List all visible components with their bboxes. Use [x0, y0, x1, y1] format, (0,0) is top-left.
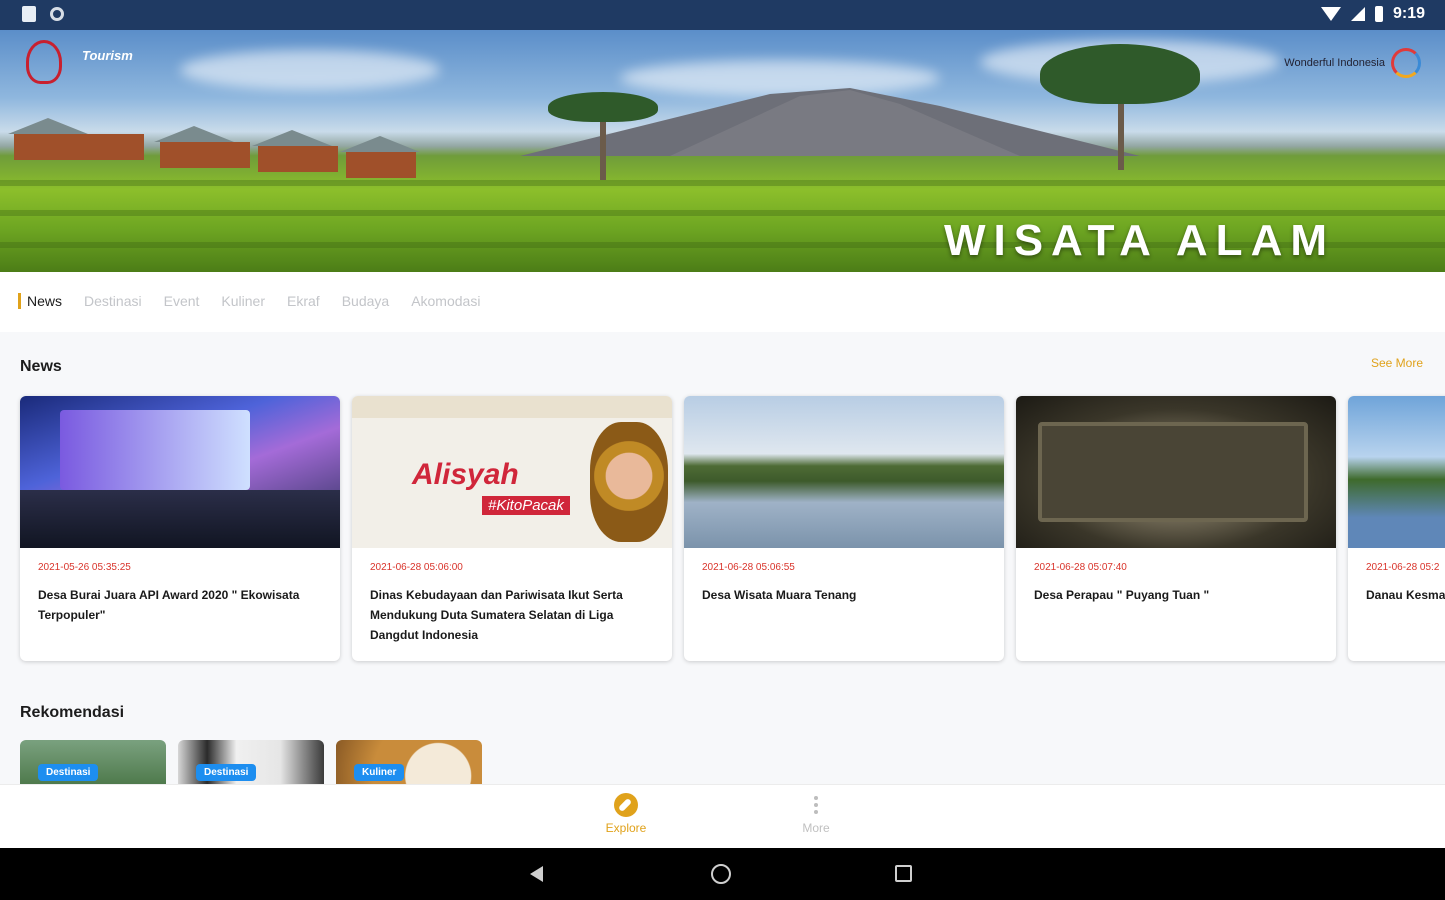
- category-badge: Kuliner: [354, 764, 405, 781]
- news-card-image: [20, 396, 340, 548]
- hero-cloud: [180, 50, 440, 90]
- category-badge: Destinasi: [196, 764, 257, 781]
- news-card-image: [1016, 396, 1336, 548]
- news-card-title: Desa Perapau " Puyang Tuan ": [1034, 588, 1210, 602]
- status-right: 9:19: [1320, 5, 1425, 23]
- status-bar: 9:19: [0, 0, 1445, 30]
- news-card-date: 2021-06-28 05:2: [1366, 562, 1440, 573]
- sync-icon: [50, 7, 64, 21]
- wonderful-indonesia-logo: Wonderful Indonesia: [1284, 48, 1421, 78]
- category-tabs-bar: News Destinasi Event Kuliner Ekraf Buday…: [0, 272, 1445, 332]
- compass-icon: [614, 793, 638, 817]
- house-illustration: [252, 130, 338, 172]
- nav-more[interactable]: More: [776, 793, 856, 835]
- tab-event[interactable]: Event: [164, 293, 200, 309]
- bottom-navigation: Explore More: [0, 784, 1445, 848]
- signal-icon: [1350, 7, 1365, 21]
- tab-budaya[interactable]: Budaya: [342, 293, 389, 309]
- news-carousel[interactable]: 2021-05-26 05:35:25 Desa Burai Juara API…: [20, 396, 1445, 661]
- stage-screen: [60, 410, 250, 490]
- hero-title: WISATA ALAM: [943, 216, 1335, 265]
- news-card-title: Desa Wisata Muara Tenang: [702, 588, 857, 602]
- news-card-date: 2021-05-26 05:35:25: [38, 562, 131, 573]
- main-content[interactable]: News Destinasi Event Kuliner Ekraf Buday…: [0, 272, 1445, 784]
- news-card-image: [1348, 396, 1445, 548]
- wonderful-indonesia-mark-icon: [1391, 48, 1421, 78]
- rekomendasi-card[interactable]: Kuliner: [336, 740, 482, 784]
- back-icon[interactable]: [530, 866, 543, 882]
- system-navigation-bar: [0, 848, 1445, 900]
- news-card-title: Dinas Kebudayaan dan Pariwisata Ikut Ser…: [370, 588, 623, 642]
- nav-explore-label: Explore: [605, 821, 647, 835]
- banner-script-text: Alisyah: [412, 458, 519, 491]
- home-icon[interactable]: [711, 864, 731, 884]
- news-card-title: Desa Burai Juara API Award 2020 " Ekowis…: [38, 588, 300, 622]
- rekomendasi-list[interactable]: Destinasi Destinasi Kuliner: [20, 740, 482, 784]
- rekomendasi-card[interactable]: Destinasi: [20, 740, 166, 784]
- notification-icon: [22, 6, 36, 22]
- rekomendasi-card[interactable]: Destinasi: [178, 740, 324, 784]
- news-section-title: News: [20, 358, 62, 375]
- news-card-body: 2021-06-28 05:06:00 Dinas Kebudayaan dan…: [352, 548, 672, 661]
- news-card-image: [684, 396, 1004, 548]
- province-logo: [26, 40, 62, 84]
- news-card[interactable]: 2021-06-28 05:2 Danau Kesma: [1348, 396, 1445, 661]
- tree-illustration: [548, 92, 658, 122]
- portrait-photo: [590, 422, 668, 542]
- recent-apps-icon[interactable]: [895, 865, 912, 882]
- banner-logos-strip: [352, 396, 672, 418]
- news-card-image: Alisyah #KitoPacak: [352, 396, 672, 548]
- rekomendasi-section-title: Rekomendasi: [20, 704, 125, 721]
- news-card[interactable]: 2021-06-28 05:07:40 Desa Perapau " Puyan…: [1016, 396, 1336, 661]
- category-tabs: News Destinasi Event Kuliner Ekraf Buday…: [18, 293, 480, 309]
- banner-hashtag: #KitoPacak: [482, 496, 570, 515]
- tab-akomodasi[interactable]: Akomodasi: [411, 293, 480, 309]
- house-illustration: [154, 126, 250, 168]
- stage-floor: [20, 490, 340, 548]
- wifi-icon: [1320, 7, 1341, 21]
- category-badge: Destinasi: [38, 764, 99, 781]
- nav-explore[interactable]: Explore: [586, 793, 666, 835]
- news-card[interactable]: 2021-05-26 05:35:25 Desa Burai Juara API…: [20, 396, 340, 661]
- news-card-body: 2021-06-28 05:06:55 Desa Wisata Muara Te…: [684, 548, 1004, 621]
- tab-kuliner[interactable]: Kuliner: [221, 293, 265, 309]
- tab-destinasi[interactable]: Destinasi: [84, 293, 142, 309]
- news-card-date: 2021-06-28 05:07:40: [1034, 562, 1127, 573]
- news-card[interactable]: Alisyah #KitoPacak 2021-06-28 05:06:00 D…: [352, 396, 672, 661]
- field-stripe: [0, 180, 1445, 186]
- news-card-body: 2021-06-28 05:2 Danau Kesma: [1348, 548, 1445, 621]
- news-card-date: 2021-06-28 05:06:00: [370, 562, 463, 573]
- news-card-date: 2021-06-28 05:06:55: [702, 562, 795, 573]
- tree-illustration: [1040, 44, 1200, 104]
- more-vertical-icon: [804, 793, 828, 817]
- news-card[interactable]: 2021-06-28 05:06:55 Desa Wisata Muara Te…: [684, 396, 1004, 661]
- tab-news[interactable]: News: [18, 293, 62, 309]
- status-time: 9:19: [1392, 5, 1425, 22]
- nav-more-label: More: [802, 821, 830, 835]
- tourism-logo: Tourism: [82, 48, 133, 63]
- tab-ekraf[interactable]: Ekraf: [287, 293, 320, 309]
- house-illustration: [340, 136, 420, 178]
- chest-photo: [1038, 422, 1308, 522]
- battery-icon: [1374, 6, 1383, 22]
- hero-banner[interactable]: Tourism Wonderful Indonesia WISATA ALAM: [0, 30, 1445, 272]
- house-illustration: [8, 118, 144, 160]
- news-card-title: Danau Kesma: [1366, 588, 1445, 602]
- news-card-body: 2021-06-28 05:07:40 Desa Perapau " Puyan…: [1016, 548, 1336, 621]
- status-left-icons: [22, 6, 64, 22]
- see-more-link[interactable]: See More: [1371, 356, 1423, 370]
- news-card-body: 2021-05-26 05:35:25 Desa Burai Juara API…: [20, 548, 340, 641]
